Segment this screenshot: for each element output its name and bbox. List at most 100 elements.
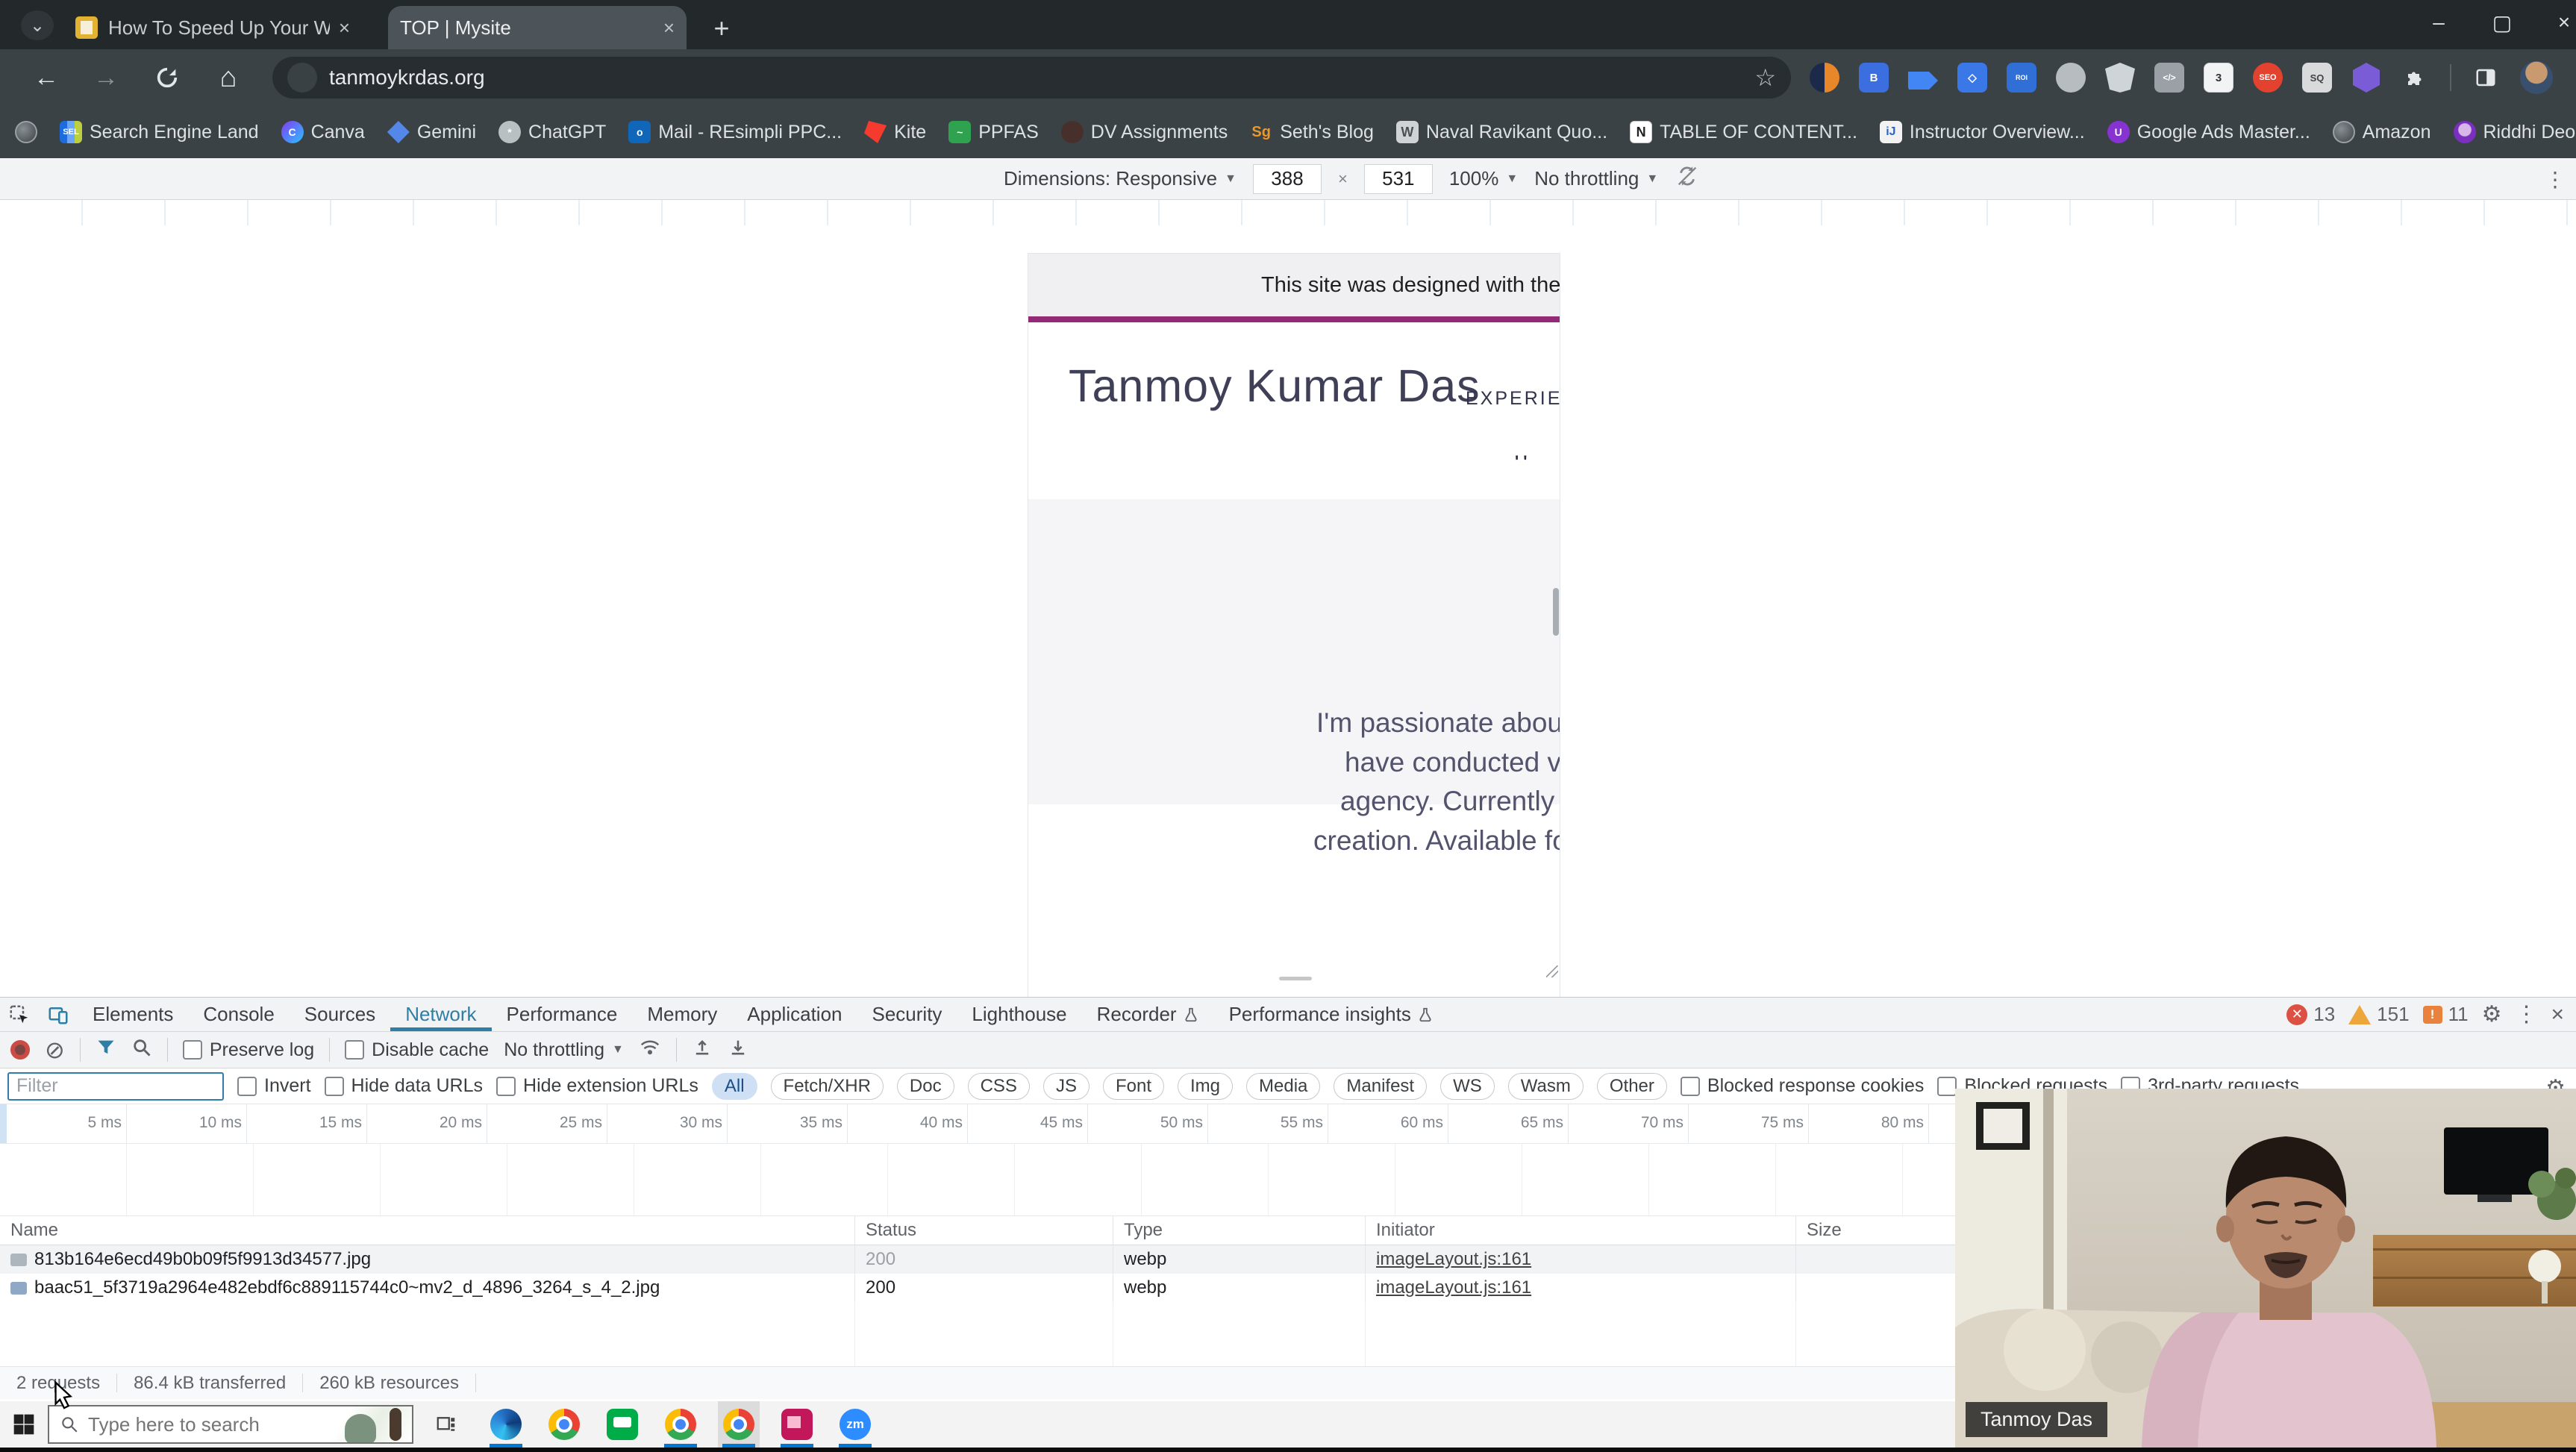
extension-icon[interactable]: ◇ [1957,63,1987,93]
tab-performance[interactable]: Performance [492,998,633,1031]
bookmark-item[interactable]: * ChatGPT [498,121,606,143]
issues-badge[interactable]: ! 11 [2422,1003,2469,1026]
taskbar-search-input[interactable] [88,1412,297,1436]
import-har-icon[interactable] [692,1037,713,1063]
column-header-status[interactable]: Status [855,1216,1113,1245]
throttling-select[interactable]: No throttling ▼ [1534,167,1658,190]
taskbar-google-chat-icon[interactable] [601,1401,643,1448]
clear-network-log-icon[interactable]: ⊘ [45,1038,65,1062]
disable-cache-checkbox[interactable]: Disable cache [345,1039,489,1061]
address-bar[interactable]: tanmoykrdas.org ☆ [272,57,1791,98]
url-text[interactable]: tanmoykrdas.org [329,66,485,90]
console-warnings-badge[interactable]: 151 [2348,1003,2410,1026]
initiator-link[interactable]: imageLayout.js:161 [1376,1277,1531,1298]
preserve-log-checkbox[interactable]: Preserve log [182,1039,314,1061]
tab-close-icon[interactable]: × [663,16,675,40]
filter-type-doc[interactable]: Doc [896,1072,954,1100]
back-icon[interactable]: ← [28,60,64,96]
tab-search-chevron-icon[interactable]: ⌄ [21,10,54,40]
new-tab-button[interactable]: + [705,12,738,45]
bookmark-item[interactable]: DV Assignments [1060,121,1228,143]
column-header-type[interactable]: Type [1113,1216,1366,1245]
record-network-log-icon[interactable] [10,1040,30,1060]
filter-input[interactable] [7,1071,224,1101]
initiator-link[interactable]: imageLayout.js:161 [1376,1249,1531,1270]
search-icon[interactable] [131,1037,152,1063]
filter-type-media[interactable]: Media [1246,1072,1321,1100]
filter-type-wasm[interactable]: Wasm [1507,1072,1584,1100]
filter-funnel-icon[interactable] [96,1037,116,1063]
filter-type-all[interactable]: All [711,1072,757,1100]
extension-icon[interactable]: </> [2154,63,2184,93]
taskbar-chrome-icon[interactable] [543,1401,585,1448]
dimensions-select[interactable]: Dimensions: Responsive ▼ [1004,167,1237,190]
extension-shield-icon[interactable] [2105,63,2135,93]
taskbar-chrome-active-icon[interactable] [718,1401,760,1448]
bookmark-item[interactable]: C Canva [281,121,365,143]
extension-icon[interactable]: SQ [2302,63,2332,93]
taskbar-chrome-profile-icon[interactable] [660,1401,701,1448]
extension-icon[interactable]: 3 [2204,63,2233,93]
extension-icon[interactable] [1810,63,1839,93]
device-toolbar-menu-icon[interactable]: ⋮ [2545,167,2566,192]
window-minimize-button[interactable]: – [2418,3,2460,42]
tab-recorder[interactable]: Recorder [1082,998,1214,1031]
viewport-resize-corner[interactable] [1546,966,1558,977]
devtools-close-icon[interactable]: × [2551,1002,2564,1027]
bookmark-item[interactable]: Sg Seth's Blog [1250,121,1373,143]
site-settings-icon[interactable] [287,63,317,93]
taskbar-screen-recorder-icon[interactable] [776,1401,818,1448]
taskbar-edge-icon[interactable] [485,1401,527,1448]
taskbar-zoom-icon[interactable]: zm [834,1401,876,1448]
console-errors-badge[interactable]: ✕ 13 [2286,1003,2335,1026]
filter-type-js[interactable]: JS [1042,1072,1090,1100]
export-har-icon[interactable] [728,1037,748,1063]
bookmark-item[interactable]: SEL Search Engine Land [60,121,259,143]
filter-type-other[interactable]: Other [1596,1072,1667,1100]
extension-icon[interactable]: B [1859,63,1889,93]
bookmark-item[interactable]: Gemini [387,121,476,143]
filter-type-fetch-xhr[interactable]: Fetch/XHR [770,1072,884,1100]
start-button[interactable] [0,1401,48,1448]
column-header-name[interactable]: Name [0,1216,855,1245]
tab-application[interactable]: Application [732,998,857,1031]
timeline-scrubber[interactable] [0,1104,7,1143]
devtools-settings-gear-icon[interactable]: ⚙ [2482,1001,2502,1027]
tab-memory[interactable]: Memory [632,998,732,1031]
tab-elements[interactable]: Elements [78,998,188,1031]
rotate-device-icon[interactable] [1675,163,1700,195]
tab-sources[interactable]: Sources [290,998,390,1031]
browser-menu-icon[interactable]: ⋮ [2572,65,2576,91]
bookmark-item[interactable] [15,121,37,143]
side-panel-icon[interactable] [2471,63,2501,93]
window-maximize-button[interactable]: ▢ [2481,3,2523,42]
bookmark-item[interactable]: U Google Ads Master... [2107,121,2310,143]
hide-extension-urls-checkbox[interactable]: Hide extension URLs [496,1075,698,1097]
column-header-initiator[interactable]: Initiator [1366,1216,1796,1245]
taskbar-search-box[interactable] [48,1405,413,1444]
home-icon[interactable]: ⌂ [210,60,246,96]
bookmark-item[interactable]: N TABLE OF CONTENT... [1630,121,1857,143]
tab-network[interactable]: Network [390,998,491,1031]
filter-type-css[interactable]: CSS [967,1072,1030,1100]
forward-icon[interactable]: → [88,60,124,96]
tab-security[interactable]: Security [857,998,957,1031]
bookmark-item[interactable]: W Naval Ravikant Quo... [1395,121,1607,143]
blocked-response-cookies-checkbox[interactable]: Blocked response cookies [1680,1075,1924,1097]
bookmark-item[interactable]: Amazon [2332,121,2431,143]
extensions-puzzle-icon[interactable] [2401,63,2430,93]
extension-hexagon-icon[interactable] [2353,63,2380,93]
bookmark-item[interactable]: Kite [864,121,926,143]
tab-close-icon[interactable]: × [339,16,350,40]
bookmark-item[interactable]: Riddhi Deorah [2453,121,2576,143]
tab-lighthouse[interactable]: Lighthouse [957,998,1081,1031]
browser-tab-wordpress[interactable]: How To Speed Up Your Wordpr × [63,6,362,49]
viewport-width-input[interactable] [1252,163,1322,194]
network-conditions-icon[interactable] [639,1036,661,1064]
zoom-select[interactable]: 100% ▼ [1449,167,1518,190]
bookmark-item[interactable]: iJ Instructor Overview... [1879,121,2085,143]
toggle-device-toolbar-icon[interactable] [39,998,78,1031]
site-nav-fragment[interactable]: EXPERIEN [1466,388,1560,410]
tab-console[interactable]: Console [188,998,289,1031]
viewport-bottom-drag-handle[interactable] [1279,977,1312,980]
